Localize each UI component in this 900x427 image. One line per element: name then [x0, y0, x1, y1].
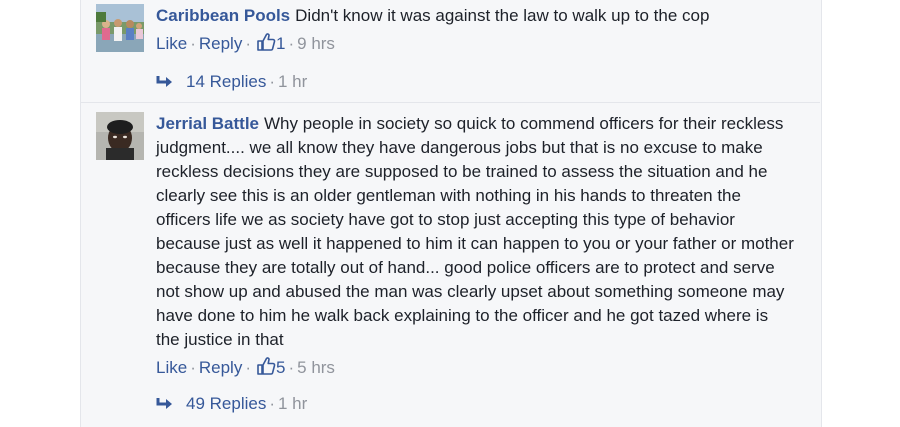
- separator: ·: [288, 34, 295, 53]
- avatar[interactable]: [96, 4, 144, 52]
- replies-timestamp: 1 hr: [278, 394, 308, 413]
- comment-actions: Like · Reply · 1 · 9 hrs: [156, 32, 796, 56]
- separator: ·: [269, 394, 275, 413]
- comment-actions: Like · Reply · 5 · 5 hrs: [156, 356, 796, 380]
- comment-author[interactable]: Caribbean Pools: [156, 6, 290, 25]
- thumbs-up-icon[interactable]: [256, 356, 276, 376]
- separator: ·: [190, 34, 196, 53]
- like-link[interactable]: Like: [156, 34, 187, 53]
- view-replies[interactable]: 14 Replies · 1 hr: [156, 70, 307, 94]
- avatar[interactable]: [96, 112, 144, 160]
- replies-timestamp: 1 hr: [278, 72, 308, 91]
- comment-text-block: Jerrial Battle Why people in society so q…: [156, 112, 796, 352]
- reply-link[interactable]: Reply: [199, 34, 242, 53]
- comment-text: Didn't know it was against the law to wa…: [295, 6, 710, 25]
- separator: ·: [245, 358, 251, 377]
- replies-link[interactable]: 14 Replies: [186, 72, 266, 91]
- like-count[interactable]: 5: [276, 358, 285, 377]
- separator: ·: [288, 358, 295, 377]
- comment-text: Why people in society so quick to commen…: [156, 114, 794, 349]
- divider: [80, 102, 820, 103]
- like-link[interactable]: Like: [156, 358, 187, 377]
- comment-author[interactable]: Jerrial Battle: [156, 114, 259, 133]
- comment-timestamp[interactable]: 5 hrs: [297, 358, 335, 377]
- comment-timestamp[interactable]: 9 hrs: [297, 34, 335, 53]
- separator: ·: [190, 358, 196, 377]
- separator: ·: [245, 34, 251, 53]
- reply-arrow-icon: [156, 72, 174, 87]
- thumbs-up-icon[interactable]: [256, 32, 276, 52]
- separator: ·: [269, 72, 275, 91]
- comment-body: Jerrial Battle Why people in society so q…: [156, 112, 796, 380]
- comment-body: Caribbean Pools Didn't know it was agains…: [156, 4, 796, 56]
- like-count[interactable]: 1: [276, 34, 285, 53]
- replies-link[interactable]: 49 Replies: [186, 394, 266, 413]
- comment-text-block: Caribbean Pools Didn't know it was agains…: [156, 4, 796, 28]
- reply-arrow-icon: [156, 394, 174, 409]
- view-replies[interactable]: 49 Replies · 1 hr: [156, 392, 307, 416]
- reply-link[interactable]: Reply: [199, 358, 242, 377]
